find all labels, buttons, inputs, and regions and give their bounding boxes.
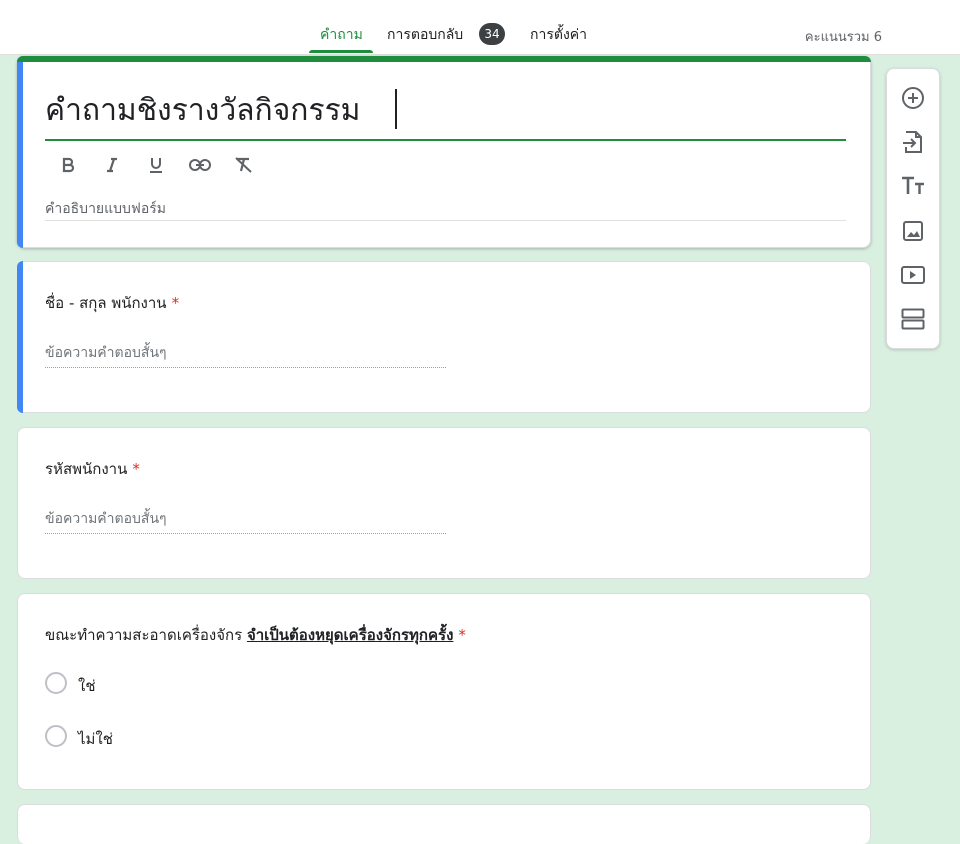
link-icon[interactable]: [188, 153, 212, 177]
underline-icon[interactable]: [144, 153, 168, 177]
import-questions-icon[interactable]: [900, 129, 926, 155]
radio-label-no: ไม่ใช่: [78, 730, 113, 748]
question-card-employee-id[interactable]: รหัสพนักงาน * ข้อความคำตอบสั้นๆ: [17, 427, 871, 579]
theme-color-strip: [17, 56, 871, 62]
radio-label-yes: ใช่: [78, 677, 96, 695]
description-underline: [45, 220, 846, 221]
add-video-icon[interactable]: [900, 262, 926, 288]
question-card-machine-cleaning[interactable]: ขณะทำความสะอาดเครื่องจักร จำเป็นต้องหยุด…: [17, 593, 871, 790]
side-toolbar: [886, 68, 940, 349]
form-title-input[interactable]: คำถามชิงรางวัลกิจกรรม: [45, 87, 360, 134]
responses-count-badge: 34: [479, 23, 505, 45]
clear-format-icon[interactable]: [232, 153, 256, 177]
title-input-underline: [45, 139, 846, 141]
required-asterisk: *: [458, 626, 466, 644]
add-title-icon[interactable]: [900, 173, 926, 199]
question-title: ชื่อ - สกุล พนักงาน *: [45, 291, 179, 315]
short-answer-placeholder: ข้อความคำตอบสั้นๆ: [45, 511, 167, 527]
form-header: คำถาม การตอบกลับ 34 การตั้งค่า คะแนนรวม …: [0, 0, 960, 55]
form-description-input[interactable]: คำอธิบายแบบฟอร์ม: [45, 198, 166, 220]
radio-option-yes[interactable]: [45, 672, 67, 694]
add-section-icon[interactable]: [900, 306, 926, 332]
form-title-card[interactable]: คำถามชิงรางวัลกิจกรรม คำอธิบายแบบฟอร์ม: [17, 56, 871, 248]
question-title-text: ขณะทำความสะอาดเครื่องจักร: [45, 626, 247, 644]
tab-settings[interactable]: การตั้งค่า: [530, 24, 587, 46]
question-title-text: ชื่อ - สกุล พนักงาน: [45, 294, 167, 312]
bold-icon[interactable]: [56, 153, 80, 177]
text-cursor: [395, 89, 397, 129]
question-title: ขณะทำความสะอาดเครื่องจักร จำเป็นต้องหยุด…: [45, 623, 466, 647]
active-tab-indicator: [309, 50, 373, 53]
tab-questions[interactable]: คำถาม: [320, 24, 363, 46]
radio-option-no[interactable]: [45, 725, 67, 747]
short-answer-placeholder: ข้อความคำตอบสั้นๆ: [45, 345, 167, 361]
answer-underline: [45, 367, 446, 368]
required-asterisk: *: [171, 294, 180, 312]
total-score: คะแนนรวม 6: [804, 30, 882, 45]
question-title: รหัสพนักงาน *: [45, 457, 140, 481]
italic-icon[interactable]: [100, 153, 124, 177]
question-title-emphasis: จำเป็นต้องหยุดเครื่องจักรทุกครั้ง: [246, 626, 454, 644]
tab-responses[interactable]: การตอบกลับ: [387, 24, 463, 46]
required-asterisk: *: [132, 460, 140, 478]
question-title-text: รหัสพนักงาน: [45, 460, 128, 478]
question-card-next[interactable]: [17, 804, 871, 844]
question-card-name[interactable]: ชื่อ - สกุล พนักงาน * ข้อความคำตอบสั้นๆ: [17, 261, 871, 413]
add-question-icon[interactable]: [900, 85, 926, 111]
answer-underline: [45, 533, 446, 534]
add-image-icon[interactable]: [900, 218, 926, 244]
